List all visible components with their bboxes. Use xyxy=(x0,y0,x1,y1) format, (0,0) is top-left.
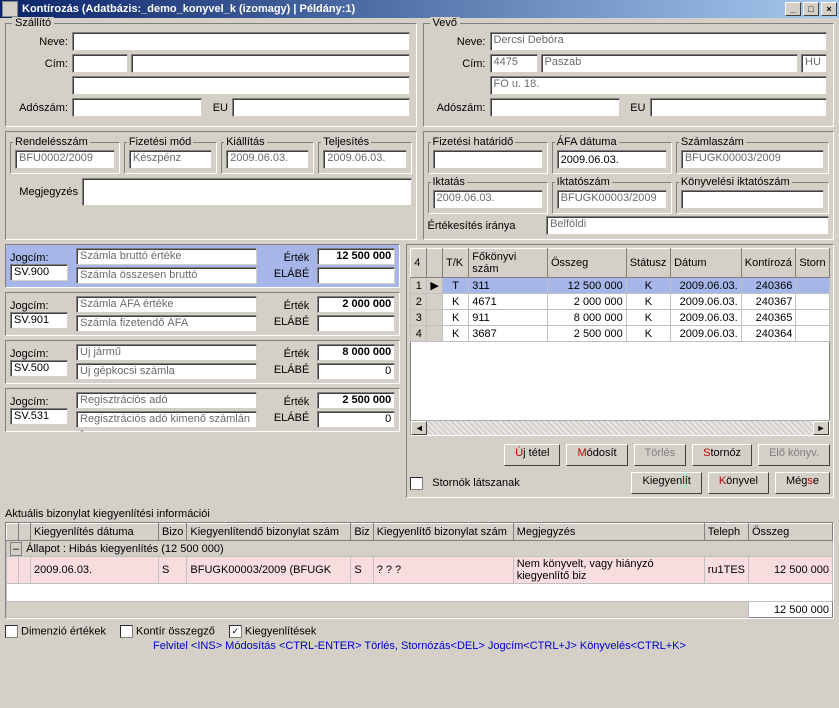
note-input[interactable] xyxy=(82,178,412,206)
jogcim-panel: Jogcím:SV.900Számla bruttó értékeSzámla … xyxy=(5,244,400,498)
show-storno-checkbox[interactable] xyxy=(410,477,423,490)
minimize-button[interactable]: _ xyxy=(785,2,801,16)
settle-checkbox[interactable] xyxy=(229,625,242,638)
fulfil-date: 2009.06.03. xyxy=(323,150,406,169)
modify-button[interactable]: Módosít xyxy=(566,444,627,466)
storno-button[interactable]: Stornóz xyxy=(692,444,752,466)
settlement-total: 12 500 000 xyxy=(749,602,833,618)
grid-hscroll[interactable]: ◄ ► xyxy=(410,420,830,436)
issue-date: 2009.06.03. xyxy=(226,150,309,169)
invoice-no: BFUGK00003/2009 xyxy=(681,150,824,169)
supplier-street[interactable] xyxy=(72,76,410,95)
reg-date: 2009.06.03. xyxy=(433,190,543,209)
jogcim-row[interactable]: Jogcím:SV.500Új járműÚj gépkocsi számlaÉ… xyxy=(5,340,400,384)
grid-row[interactable]: 4K36872 500 000K2009.06.03.240364 xyxy=(411,326,830,342)
supplier-city[interactable] xyxy=(131,54,410,73)
supplier-tax[interactable] xyxy=(72,98,202,117)
scroll-right-icon[interactable]: ► xyxy=(813,421,829,435)
close-button[interactable]: × xyxy=(821,2,837,16)
keyboard-hint: Felvitel <INS> Módosítás <CTRL-ENTER> Tö… xyxy=(5,638,834,654)
settlement-panel: Kiegyenlítés dátumaBizoKiegyenlítendő bi… xyxy=(5,522,834,619)
window-title: Kontírozás (Adatbázis:_demo_konyvel_k (i… xyxy=(22,3,355,15)
supplier-name[interactable] xyxy=(72,32,410,51)
grid-row[interactable]: 1▶T31112 500 000K2009.06.03.240366 xyxy=(411,278,830,294)
entries-grid[interactable]: 4T/KFőkönyvi számÖsszegStátuszDátumKontí… xyxy=(410,248,830,342)
sale-direction: Belföldi xyxy=(546,216,829,235)
kontir-checkbox[interactable] xyxy=(120,625,133,638)
vat-date[interactable] xyxy=(557,150,667,169)
settlement-row[interactable]: 2009.06.03. S BFUGK00003/2009 (BFUGK S ?… xyxy=(7,557,833,584)
entries-panel: 4T/KFőkönyvi számÖsszegStátuszDátumKontí… xyxy=(406,244,834,498)
scroll-left-icon[interactable]: ◄ xyxy=(411,421,427,435)
order-block: RendelésszámBFU0002/2009 Fizetési módKés… xyxy=(5,131,417,240)
jogcim-row[interactable]: Jogcím:SV.901Számla ÁFA értékeSzámla fiz… xyxy=(5,292,400,336)
settle-button[interactable]: Kiegyenlít xyxy=(631,472,701,494)
titlebar: Kontírozás (Adatbázis:_demo_konyvel_k (i… xyxy=(0,0,839,18)
supplier-zip[interactable] xyxy=(72,54,128,73)
new-item-button[interactable]: Új tétel xyxy=(504,444,560,466)
supplier-group: Szállító Neve: Cím: Adószám:EU xyxy=(5,23,417,127)
jogcim-row[interactable]: Jogcím:SV.531Regisztrációs adóRegisztrác… xyxy=(5,388,400,432)
grid-row[interactable]: 3K9118 000 000K2009.06.03.240365 xyxy=(411,310,830,326)
grid-row[interactable]: 2K46712 000 000K2009.06.03.240367 xyxy=(411,294,830,310)
cancel-button[interactable]: Mégse xyxy=(775,472,830,494)
order-no: BFU0002/2009 xyxy=(15,150,115,169)
settlement-title: Aktuális bizonylat kiegyenlítési informá… xyxy=(5,508,834,520)
dim-checkbox[interactable] xyxy=(5,625,18,638)
jogcim-row[interactable]: Jogcím:SV.900Számla bruttó értékeSzámla … xyxy=(5,244,400,288)
delete-button: Törlés xyxy=(634,444,687,466)
payment-method: Készpénz xyxy=(129,150,212,169)
invoice-block: Fizetési határidő ÁFA dátuma SzámlaszámB… xyxy=(423,131,835,240)
collapse-icon[interactable]: – xyxy=(10,542,22,556)
buyer-name: Dercsi Debóra xyxy=(490,32,828,51)
bookreg-no xyxy=(681,190,824,209)
supplier-eu[interactable] xyxy=(232,98,410,117)
buyer-group: Vevő Neve:Dercsi Debóra Cím:4475PaszabHU… xyxy=(423,23,835,127)
prebook-button: Elő könyv. xyxy=(758,444,830,466)
maximize-button[interactable]: □ xyxy=(803,2,819,16)
book-button[interactable]: Könyvel xyxy=(708,472,769,494)
reg-no: BFUGK00003/2009 xyxy=(557,190,667,209)
due-date xyxy=(433,150,543,169)
app-icon xyxy=(2,1,18,17)
